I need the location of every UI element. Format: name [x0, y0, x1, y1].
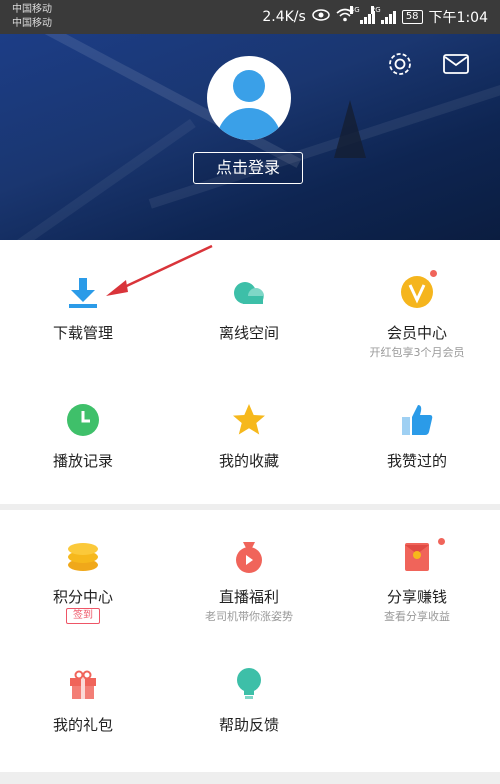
grid-item-favorites[interactable]: 我的收藏 — [166, 402, 332, 482]
grid-item-vip-center[interactable]: 会员中心 开红包享3个月会员 — [334, 270, 500, 364]
grid-item-label: 下载管理 — [52, 324, 113, 342]
battery-icon: 58 — [401, 10, 423, 24]
download-icon — [65, 274, 101, 310]
carrier-name-1: 中国移动 — [12, 4, 52, 15]
grid-item-play-history[interactable]: 播放记录 — [0, 402, 166, 482]
gift-icon — [65, 666, 101, 702]
avatar-head — [233, 70, 265, 102]
grid-item-download[interactable]: 下载管理 — [0, 274, 166, 364]
signal-icon-2: 2G — [370, 6, 396, 24]
cloud-icon — [231, 274, 267, 310]
decorative-stripe — [148, 69, 500, 209]
grid-item-label: 帮助反馈 — [218, 716, 279, 734]
clock-time: 下午1:04 — [428, 10, 488, 26]
avatar-body — [217, 108, 281, 140]
feature-grid-primary: 下载管理 离线空间 会员中心 开红包享3个月会员 播放记录 我的收藏 我赞过的 — [0, 240, 500, 504]
grid-item-subtitle: 老司机带你涨姿势 — [205, 610, 293, 623]
grid-item-label: 我的收藏 — [218, 452, 279, 470]
clock-icon — [65, 402, 101, 438]
grid-item-help-feedback[interactable]: 帮助反馈 — [166, 666, 332, 746]
grid-item-subtitle: 开红包享3个月会员 — [369, 346, 465, 359]
notification-dot — [430, 270, 437, 277]
red-envelope-icon — [399, 538, 435, 574]
feature-grid-secondary: 积分中心 签到 直播福利 老司机带你涨姿势 分享赚钱 查看分享收益 我的礼包 帮… — [0, 510, 500, 772]
mail-icon[interactable] — [442, 50, 470, 78]
network-speed: 2.4K/s — [262, 9, 306, 25]
grid-item-label: 我赞过的 — [386, 452, 447, 470]
notification-dot — [438, 538, 445, 545]
settings-icon[interactable] — [386, 50, 414, 78]
money-bag-icon — [231, 538, 267, 574]
thumbs-up-icon — [399, 402, 435, 438]
lightbulb-icon — [231, 666, 267, 702]
traffic-cone-decoration — [334, 100, 366, 158]
grid-item-offline-space[interactable]: 离线空间 — [166, 274, 332, 364]
grid-item-share-earn[interactable]: 分享赚钱 查看分享收益 — [334, 538, 500, 634]
grid-item-points-center[interactable]: 积分中心 签到 — [0, 538, 166, 634]
avatar[interactable] — [207, 56, 291, 140]
grid-item-label: 积分中心 — [52, 588, 113, 606]
grid-item-label: 我的礼包 — [52, 716, 113, 734]
status-bar: 中国移动 中国移动 2.4K/s 4G 2G 58 下午1:04 — [0, 0, 500, 34]
grid-item-label: 直播福利 — [218, 588, 279, 606]
grid-item-live-welfare[interactable]: 直播福利 老司机带你涨姿势 — [166, 538, 332, 634]
grid-item-my-gifts[interactable]: 我的礼包 — [0, 666, 166, 746]
login-button[interactable]: 点击登录 — [193, 152, 303, 184]
profile-header: 点击登录 — [0, 34, 500, 240]
grid-item-label: 分享赚钱 — [386, 588, 447, 606]
star-icon — [231, 402, 267, 438]
grid-item-label: 播放记录 — [52, 452, 113, 470]
grid-item-label: 离线空间 — [218, 324, 279, 342]
carrier-name-2: 中国移动 — [12, 18, 52, 29]
grid-item-label: 会员中心 — [386, 324, 447, 342]
grid-item-liked[interactable]: 我赞过的 — [334, 402, 500, 482]
coins-icon — [65, 538, 101, 574]
eye-icon — [312, 9, 330, 25]
decorative-stripe — [0, 118, 196, 240]
grid-item-subtitle: 查看分享收益 — [384, 610, 450, 623]
vip-icon — [399, 274, 435, 310]
sign-in-badge[interactable]: 签到 — [66, 608, 100, 624]
